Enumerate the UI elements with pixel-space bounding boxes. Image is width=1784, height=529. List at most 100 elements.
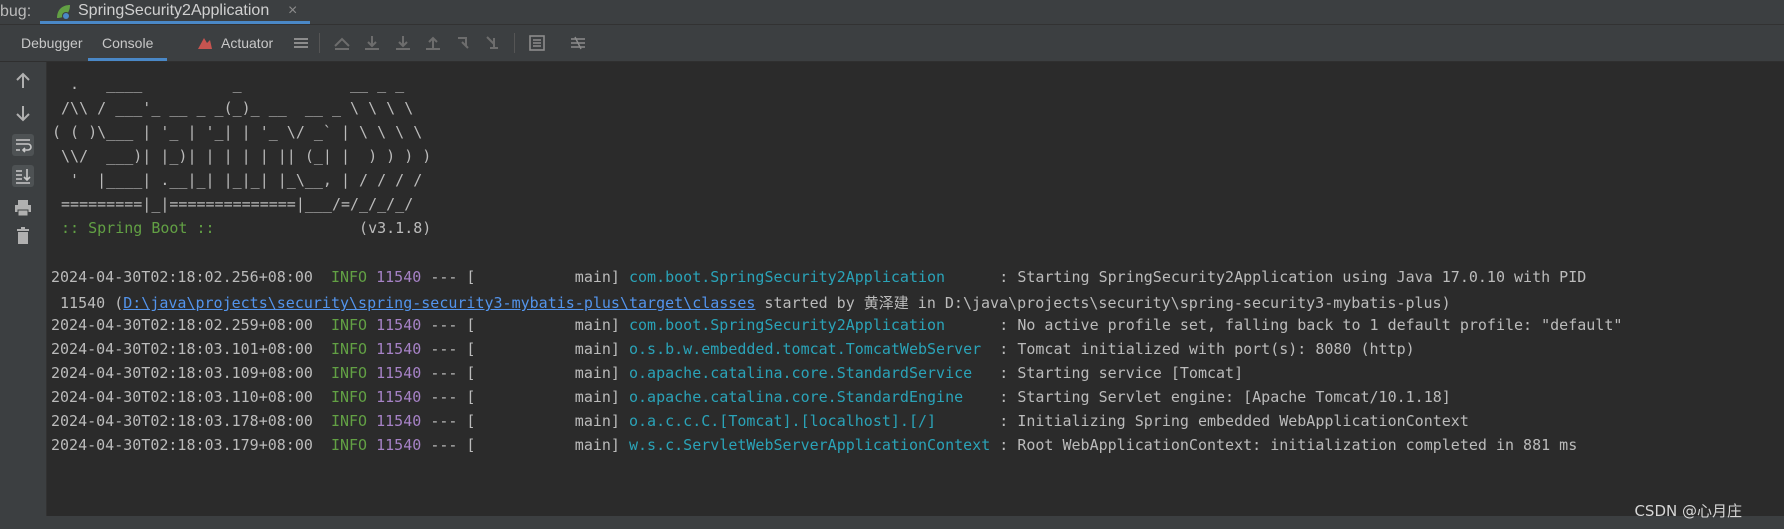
spring-boot-line: :: Spring Boot :: (v3.1.8) (52, 219, 431, 237)
log-thread: main] (475, 268, 620, 286)
drop-frame-icon[interactable] (454, 34, 472, 52)
log-thread: main] (475, 412, 620, 430)
log-separator: --- [ (430, 340, 476, 358)
log-thread: main] (475, 364, 620, 382)
show-execution-point-icon[interactable] (333, 34, 351, 52)
log-pid: 11540 (376, 268, 422, 286)
log-pid: 11540 (376, 388, 422, 406)
log-level: INFO (330, 316, 368, 334)
banner-line: . ____ _ __ _ _ (52, 75, 405, 93)
log-line: 2024-04-30T02:18:03.101+08:00 INFO 11540… (51, 340, 1415, 358)
log-timestamp: 2024-04-30T02:18:03.178+08:00 (51, 412, 313, 430)
log-logger: o.s.b.w.embedded.tomcat.TomcatWebServer (629, 340, 991, 358)
log-thread: main] (475, 316, 620, 334)
down-arrow-icon[interactable] (12, 102, 34, 124)
step-out-icon[interactable] (424, 34, 442, 52)
classes-path-link[interactable]: D:\java\projects\security\spring-securit… (123, 294, 755, 312)
run-to-cursor-icon[interactable] (484, 34, 502, 52)
log-logger: o.a.c.c.C.[Tomcat].[localhost].[/] (629, 412, 991, 430)
evaluate-expression-icon[interactable] (528, 34, 546, 52)
trash-icon[interactable] (12, 225, 34, 247)
log-message: : Starting service [Tomcat] (990, 364, 1244, 382)
log-line: 2024-04-30T02:18:02.256+08:00 INFO 11540… (51, 268, 1586, 286)
log-line: 2024-04-30T02:18:03.179+08:00 INFO 11540… (51, 436, 1577, 454)
log-thread: main] (475, 436, 620, 454)
spring-boot-version: (v3.1.8) (223, 219, 432, 237)
run-tab-title: SpringSecurity2Application (78, 2, 270, 19)
log-level: INFO (330, 388, 368, 406)
log-line: 2024-04-30T02:18:03.110+08:00 INFO 11540… (51, 388, 1451, 406)
actuator-icon (198, 38, 212, 49)
print-icon[interactable] (12, 197, 34, 219)
log-separator: --- [ (430, 268, 476, 286)
spring-boot-label: :: Spring Boot :: (52, 219, 224, 237)
log-separator: --- [ (430, 364, 476, 382)
log-message: : Initializing Spring embedded WebApplic… (990, 412, 1469, 430)
toolbar-separator (319, 33, 320, 53)
log-timestamp: 2024-04-30T02:18:03.109+08:00 (51, 364, 313, 382)
log-logger: com.boot.SpringSecurity2Application (629, 316, 991, 334)
log-separator: --- [ (430, 412, 476, 430)
log-pid: 11540 (376, 412, 422, 430)
log-logger: o.apache.catalina.core.StandardService (629, 364, 991, 382)
console-side-toolbar (0, 62, 47, 516)
log-message: : Tomcat initialized with port(s): 8080 … (990, 340, 1415, 358)
log-logger: com.boot.SpringSecurity2Application (629, 268, 991, 286)
step-over-icon[interactable] (363, 34, 381, 52)
log-timestamp: 2024-04-30T02:18:02.256+08:00 (51, 268, 313, 286)
bottom-tool-strip (0, 516, 1784, 529)
log-level: INFO (330, 436, 368, 454)
log-logger: w.s.c.ServletWebServerApplicationContext (629, 436, 991, 454)
tab-actuator[interactable]: Actuator (221, 25, 273, 61)
banner-line: /\\ / ___'_ __ _ _(_)_ __ __ _ \ \ \ \ (52, 99, 414, 117)
log-level: INFO (330, 340, 368, 358)
wrap-rest: started by 黄泽建 in D:\java\projects\secur… (755, 294, 1451, 312)
banner-line: ( ( )\___ | '_ | '_| | '_ \/ _` | \ \ \ … (52, 123, 423, 141)
log-line: 2024-04-30T02:18:02.259+08:00 INFO 11540… (51, 316, 1622, 334)
toolbar-separator (514, 33, 515, 53)
log-level: INFO (330, 412, 368, 430)
log-line: 2024-04-30T02:18:03.178+08:00 INFO 11540… (51, 412, 1469, 430)
log-timestamp: 2024-04-30T02:18:03.110+08:00 (51, 388, 313, 406)
watermark: CSDN @心月庄 (1634, 502, 1742, 520)
log-message: : Starting SpringSecurity2Application us… (990, 268, 1587, 286)
log-separator: --- [ (430, 316, 476, 334)
wrap-pid: 11540 ( (51, 294, 124, 312)
log-level: INFO (330, 268, 368, 286)
banner-line: ' |____| .__|_| |_|_| |_\__, | / / / / (52, 171, 423, 189)
log-message: : No active profile set, falling back to… (990, 316, 1623, 334)
run-tool-window-header: bug: SpringSecurity2Application × (0, 0, 1784, 25)
scroll-to-end-icon[interactable] (12, 165, 34, 187)
up-arrow-icon[interactable] (12, 70, 34, 92)
debug-label: bug: (0, 3, 32, 20)
log-thread: main] (475, 388, 620, 406)
banner-line: =========|_|==============|___/=/_/_/_/ (52, 195, 414, 213)
tab-console[interactable]: Console (88, 25, 168, 61)
console-output[interactable]: . ____ _ __ _ _ /\\ / ___'_ __ _ _(_)_ _… (47, 62, 1784, 516)
log-timestamp: 2024-04-30T02:18:03.101+08:00 (51, 340, 313, 358)
tab-debugger[interactable]: Debugger (21, 25, 83, 61)
log-pid: 11540 (376, 316, 422, 334)
log-line: 2024-04-30T02:18:03.109+08:00 INFO 11540… (51, 364, 1243, 382)
menu-icon[interactable] (292, 34, 310, 52)
log-logger: o.apache.catalina.core.StandardEngine (629, 388, 991, 406)
log-pid: 11540 (376, 436, 422, 454)
run-config-tab[interactable]: SpringSecurity2Application × (40, 0, 310, 24)
log-message: : Starting Servlet engine: [Apache Tomca… (990, 388, 1451, 406)
log-pid: 11540 (376, 364, 422, 382)
log-pid: 11540 (376, 340, 422, 358)
log-timestamp: 2024-04-30T02:18:03.179+08:00 (51, 436, 313, 454)
trace-current-stream-icon[interactable] (569, 34, 587, 52)
log-timestamp: 2024-04-30T02:18:02.259+08:00 (51, 316, 313, 334)
log-level: INFO (330, 364, 368, 382)
log-thread: main] (475, 340, 620, 358)
banner-line: \\/ ___)| |_)| | | | | || (_| | ) ) ) ) (52, 147, 432, 165)
log-separator: --- [ (430, 436, 476, 454)
step-into-icon[interactable] (394, 34, 412, 52)
close-icon[interactable]: × (288, 2, 297, 20)
soft-wrap-icon[interactable] (12, 134, 34, 156)
log-line-wrap: 11540 (D:\java\projects\security\spring-… (51, 292, 1451, 313)
spring-leaf-icon (57, 5, 70, 20)
log-message: : Root WebApplicationContext: initializa… (990, 436, 1578, 454)
debug-toolbar: Debugger Console Actuator (0, 25, 1784, 62)
